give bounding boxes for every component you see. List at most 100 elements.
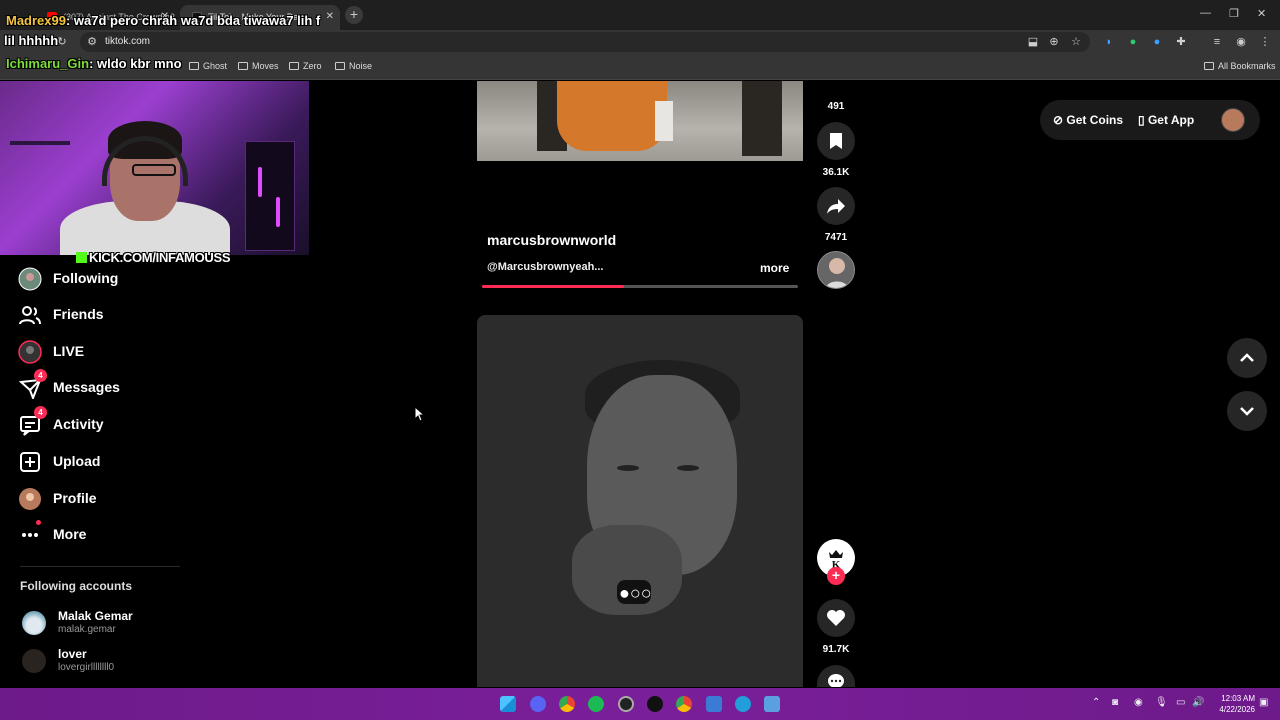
extension-icon[interactable]: ◗	[1103, 36, 1115, 48]
bookmark-noise[interactable]: Noise	[335, 61, 372, 71]
account-name: Malak Gemar	[58, 609, 133, 623]
bookmark-zero[interactable]: Zero	[289, 61, 322, 71]
url-text[interactable]: tiktok.com	[105, 36, 150, 47]
all-bookmarks[interactable]: All Bookmarks	[1204, 61, 1276, 71]
microphone-icon[interactable]: 🎙	[1155, 697, 1168, 708]
follow-plus-icon[interactable]: +	[827, 567, 845, 585]
following-account[interactable]: lover lovergirllllllll0	[20, 647, 220, 681]
sidebar-item-messages[interactable]: 4 Messages	[18, 369, 218, 403]
avatar	[22, 611, 46, 635]
account-name: lover	[58, 647, 87, 661]
sidebar-label: More	[53, 526, 87, 542]
obs-icon[interactable]	[618, 696, 634, 712]
previous-video-button[interactable]	[1227, 338, 1267, 378]
chat-username: Ichimaru_Gin	[6, 56, 90, 71]
site-info-icon[interactable]: ⚙	[86, 36, 98, 48]
bookmark-button[interactable]	[817, 122, 855, 160]
folder-icon	[189, 62, 199, 70]
share-button[interactable]	[817, 187, 855, 225]
app-icon[interactable]	[647, 696, 663, 712]
upload-icon	[18, 450, 42, 474]
maximize-icon[interactable]: ❐	[1229, 7, 1239, 20]
zoom-icon[interactable]: ⊕	[1048, 36, 1060, 48]
get-coins-button[interactable]: ⊘ Get Coins	[1053, 113, 1123, 127]
progress-fill	[482, 285, 625, 288]
app-tray-icon[interactable]: ◉	[1134, 697, 1143, 708]
chevron-up-icon	[1240, 353, 1254, 362]
address-bar	[0, 30, 1280, 54]
extension-icon[interactable]: ●	[1127, 36, 1139, 48]
avatar-icon	[826, 258, 848, 288]
following-account[interactable]: Malak Gemar malak.gemar	[20, 609, 220, 643]
chat-message: Ichimaru_Gin: wldo kbr mno	[6, 56, 182, 71]
user-avatar[interactable]	[1221, 108, 1245, 132]
spotify-icon[interactable]	[588, 696, 604, 712]
chat-text: : wa7d pero chrah wa7d bda tiwawa7 lih f	[65, 13, 321, 28]
chrome-icon[interactable]	[559, 696, 575, 712]
bookmark-icon	[830, 133, 842, 149]
video-player[interactable]	[477, 81, 803, 161]
live-icon	[18, 340, 42, 364]
avatar	[22, 649, 46, 673]
chevron-down-icon	[1240, 407, 1254, 416]
discord-tray-icon[interactable]: ◙	[1112, 697, 1118, 708]
sidebar-item-profile[interactable]: Profile	[18, 486, 218, 514]
like-button[interactable]	[817, 599, 855, 637]
like-count: 91.7K	[822, 644, 850, 655]
sidebar-item-upload[interactable]: Upload	[18, 449, 218, 477]
tab-search-icon[interactable]: ≡	[1211, 36, 1223, 48]
folder-icon	[335, 62, 345, 70]
loading-icon: ●○○	[619, 583, 652, 603]
telegram-icon[interactable]	[735, 696, 751, 712]
close-icon[interactable]: ✕	[326, 11, 334, 22]
app-icon[interactable]	[706, 696, 722, 712]
next-video-button[interactable]	[1227, 391, 1267, 431]
creator-avatar[interactable]	[817, 251, 855, 289]
extensions-puzzle-icon[interactable]: ✚	[1175, 36, 1187, 48]
video-player[interactable]: ●○○	[477, 315, 803, 687]
windows-taskbar	[0, 688, 1280, 720]
new-tab-button[interactable]: +	[345, 6, 363, 24]
discord-icon[interactable]	[530, 696, 546, 712]
minimize-icon[interactable]: —	[1200, 7, 1211, 19]
network-icon[interactable]: ▭	[1176, 697, 1185, 708]
extension-icon[interactable]: ●	[1151, 36, 1163, 48]
system-clock[interactable]: 12:03 AM 4/22/2026	[1213, 693, 1255, 715]
window-close-icon[interactable]: ✕	[1257, 7, 1266, 20]
sidebar-item-friends[interactable]: Friends	[18, 302, 218, 330]
chat-username: Madrex99	[6, 13, 66, 28]
get-app-button[interactable]: ▯ Get App	[1138, 113, 1194, 127]
chat-text: : wldo kbr mno	[89, 56, 182, 71]
folder-icon	[238, 62, 248, 70]
profile-avatar-icon	[18, 487, 42, 511]
tray-overflow-icon[interactable]: ⌃	[1092, 697, 1100, 708]
windows-start-icon[interactable]	[500, 696, 516, 712]
video-author[interactable]: marcusbrownworld	[487, 232, 616, 248]
bookmark-ghost[interactable]: Ghost	[189, 61, 227, 71]
notification-badge: 4	[34, 369, 47, 382]
volume-icon[interactable]: 🔊	[1192, 697, 1204, 708]
menu-icon[interactable]: ⋮	[1259, 36, 1271, 48]
video-description: @Marcusbrownyeah...	[487, 261, 604, 273]
sidebar-label: Profile	[53, 490, 97, 506]
comment-button[interactable]	[817, 665, 855, 687]
sidebar-label: Activity	[53, 416, 104, 432]
following-accounts-title: Following accounts	[20, 579, 133, 593]
profile-icon[interactable]: ◉	[1235, 36, 1247, 48]
comment-icon	[828, 674, 844, 687]
sidebar-item-following[interactable]: Following	[18, 266, 218, 294]
bookmark-star-icon[interactable]: ☆	[1070, 36, 1082, 48]
divider	[20, 566, 180, 567]
video-progress-bar[interactable]	[482, 285, 798, 288]
sidebar-item-activity[interactable]: 4 Activity	[18, 406, 218, 440]
notification-icon[interactable]: ▣	[1259, 697, 1268, 708]
chrome-icon[interactable]	[676, 696, 692, 712]
sidebar-item-live[interactable]: LIVE	[18, 339, 218, 367]
photos-icon[interactable]	[764, 696, 780, 712]
more-button[interactable]: more	[760, 261, 789, 275]
comment-count: 491	[827, 101, 845, 112]
bookmark-moves[interactable]: Moves	[238, 61, 279, 71]
url-box[interactable]	[80, 32, 1090, 52]
install-icon[interactable]: ⬓	[1027, 36, 1039, 48]
sidebar-item-more[interactable]: More	[18, 520, 218, 550]
